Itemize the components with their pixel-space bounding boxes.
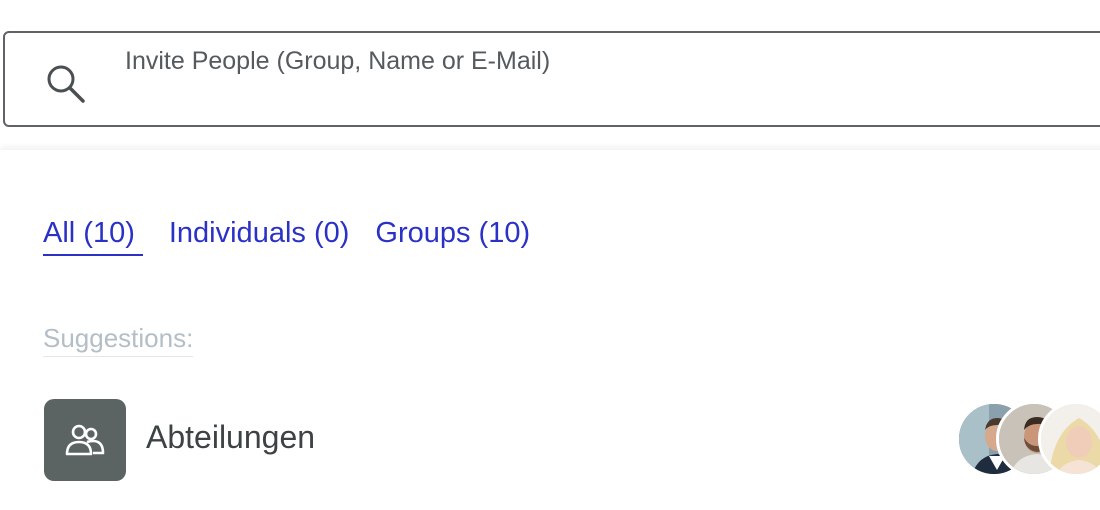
group-icon — [44, 399, 126, 481]
suggestions-panel: All (10) Individuals (0) Groups (10) Sug… — [0, 150, 1100, 510]
tab-groups[interactable]: Groups (10) — [375, 217, 530, 256]
tab-all[interactable]: All (10) — [43, 217, 143, 256]
tab-individuals[interactable]: Individuals (0) — [169, 217, 350, 256]
search-box[interactable] — [3, 31, 1100, 127]
search-input[interactable] — [125, 41, 1025, 81]
group-name: Abteilungen — [146, 419, 316, 455]
filter-tabs: All (10) Individuals (0) Groups (10) — [43, 217, 556, 256]
search-icon — [43, 61, 89, 107]
list-item[interactable]: Abteilungen — [44, 399, 1100, 481]
member-avatars — [956, 401, 1100, 477]
suggestions-label: Suggestions: — [43, 323, 194, 357]
